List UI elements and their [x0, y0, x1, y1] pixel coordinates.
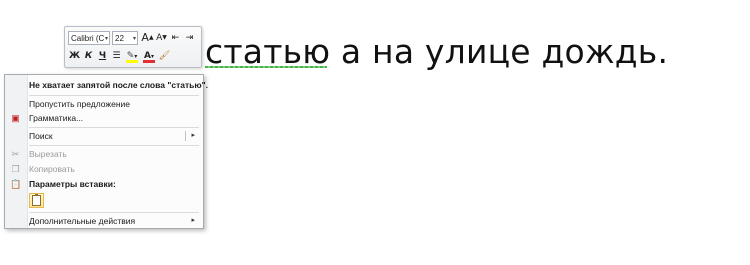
font-color-button[interactable]: A▾: [141, 49, 157, 63]
format-painter-button[interactable]: 🖌: [158, 49, 171, 63]
font-color-bar: [143, 60, 155, 63]
grammar-icon: ▣: [11, 113, 20, 123]
menu-item-search[interactable]: Поиск ▸: [5, 129, 203, 143]
submenu-arrow-icon: ▸: [191, 217, 195, 224]
font-name-value: Calibri (С: [71, 34, 105, 43]
menu-item-label: Грамматика...: [29, 113, 84, 123]
highlight-color-bar: [126, 60, 138, 63]
underline-button[interactable]: Ч: [96, 49, 109, 63]
chevron-down-icon: ▾: [104, 36, 108, 42]
bold-button[interactable]: Ж: [68, 49, 81, 63]
mini-toolbar-row-2: Ж К Ч ☰ ✎▾ A▾ 🖌: [68, 48, 172, 64]
menu-item-label: Вырезать: [29, 149, 67, 159]
menu-item-cut[interactable]: ✂ Вырезать: [5, 147, 203, 161]
menu-item-label: Дополнительные действия: [29, 216, 136, 226]
increase-indent-button[interactable]: ⇥: [183, 31, 196, 45]
align-center-icon: ☰: [112, 51, 121, 61]
menu-item-additional-actions[interactable]: Дополнительные действия ▸: [5, 214, 203, 228]
mini-toolbar-row-1: Calibri (С ▾ 22 ▾ A▲ A▼ ⇤ ⇥: [68, 30, 197, 46]
grow-font-button[interactable]: A▲: [141, 31, 154, 45]
mini-toolbar: Calibri (С ▾ 22 ▾ A▲ A▼ ⇤ ⇥ Ж К Ч ☰ ✎▾ A…: [64, 26, 202, 68]
increase-indent-icon: ⇥: [185, 33, 194, 43]
submenu-arrow-icon: ▸: [191, 132, 195, 139]
font-size-value: 22: [115, 34, 124, 43]
menu-separator: [29, 212, 199, 213]
menu-separator: [29, 95, 199, 96]
font-name-combo[interactable]: Calibri (С ▾: [68, 31, 110, 45]
shrink-font-button[interactable]: A▼: [155, 31, 168, 45]
highlight-button[interactable]: ✎▾: [124, 49, 140, 63]
menu-item-copy[interactable]: ❐ Копировать: [5, 162, 203, 176]
scissors-icon: ✂: [11, 149, 20, 159]
menu-item-label: Параметры вставки:: [29, 179, 116, 189]
menu-item-ignore-sentence[interactable]: Пропустить предложение: [5, 97, 203, 111]
paste-keep-text-button[interactable]: [29, 193, 44, 208]
menu-item-label: Копировать: [29, 164, 75, 174]
decrease-indent-icon: ⇤: [171, 33, 180, 43]
menu-item-label: Поиск: [29, 131, 53, 141]
grammar-message-label: Не хватает запятой после слова "статью".: [29, 80, 209, 90]
grow-font-icon: A: [141, 31, 149, 44]
menu-separator: [29, 145, 199, 146]
italic-button[interactable]: К: [82, 49, 95, 63]
paste-icon: 📋: [10, 179, 22, 189]
submenu-divider: [185, 131, 186, 141]
menu-separator: [29, 127, 199, 128]
menu-item-paste-options: 📋 Параметры вставки:: [5, 177, 203, 191]
format-painter-icon: 🖌: [158, 51, 171, 61]
menu-item-grammar[interactable]: ▣ Грамматика...: [5, 111, 203, 125]
context-menu: Не хватает запятой после слова "статью".…: [4, 74, 208, 229]
center-align-button[interactable]: ☰: [110, 49, 123, 63]
font-size-combo[interactable]: 22 ▾: [112, 31, 138, 45]
clipboard-icon: [32, 194, 41, 206]
copy-icon: ❐: [11, 164, 20, 174]
grammar-error-underline: [205, 66, 327, 68]
menu-header-grammar-message: Не хватает запятой после слова "статью".: [5, 78, 208, 92]
decrease-indent-button[interactable]: ⇤: [169, 31, 182, 45]
menu-item-label: Пропустить предложение: [29, 99, 130, 109]
chevron-down-icon: ▾: [132, 36, 136, 42]
